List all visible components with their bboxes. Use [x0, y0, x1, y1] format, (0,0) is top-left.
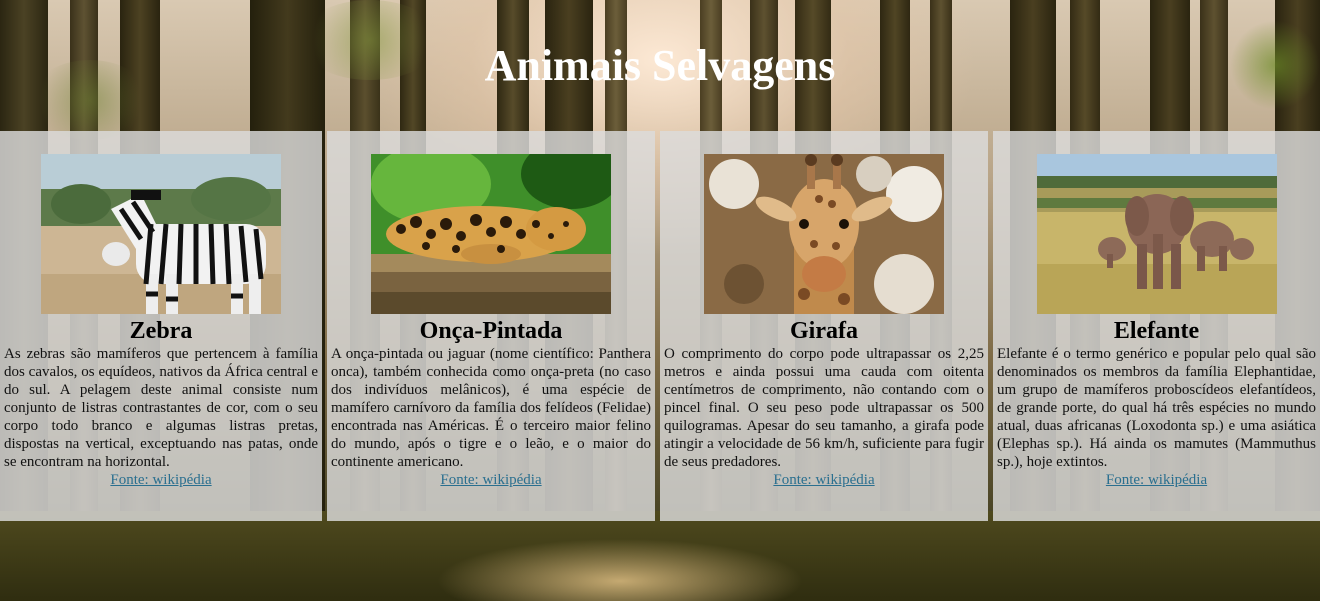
- card-onca-pintada: Onça-Pintada A onça-pintada ou jaguar (n…: [327, 131, 655, 521]
- elephant-photo: [1036, 154, 1277, 314]
- card-title: Girafa: [790, 318, 858, 344]
- giraffe-photo: [704, 154, 944, 314]
- card-description: O comprimento do corpo pode ultrapassar …: [664, 346, 984, 470]
- card-title: Zebra: [129, 318, 193, 344]
- jaguar-photo: [371, 154, 611, 314]
- animal-cards: Zebra As zebras são mamíferos que perten…: [0, 131, 1320, 521]
- source-link[interactable]: Fonte: wikipédia: [664, 471, 984, 489]
- card-elefante: Elefante Elefante é o termo genérico e p…: [993, 131, 1320, 521]
- card-title: Elefante: [1113, 318, 1200, 344]
- card-title: Onça-Pintada: [419, 318, 563, 344]
- card-description: As zebras são mamíferos que pertencem à …: [4, 346, 318, 470]
- card-description: Elefante é o termo genérico e popular pe…: [997, 346, 1316, 470]
- source-link[interactable]: Fonte: wikipédia: [331, 471, 651, 489]
- card-girafa: Girafa O comprimento do corpo pode ultra…: [660, 131, 988, 521]
- card-zebra: Zebra As zebras são mamíferos que perten…: [0, 131, 322, 521]
- card-description: A onça-pintada ou jaguar (nome científic…: [331, 346, 651, 470]
- source-link[interactable]: Fonte: wikipédia: [997, 471, 1316, 489]
- zebra-photo: [41, 154, 281, 314]
- source-link[interactable]: Fonte: wikipédia: [4, 471, 318, 489]
- page-title: Animais Selvagens: [484, 41, 836, 90]
